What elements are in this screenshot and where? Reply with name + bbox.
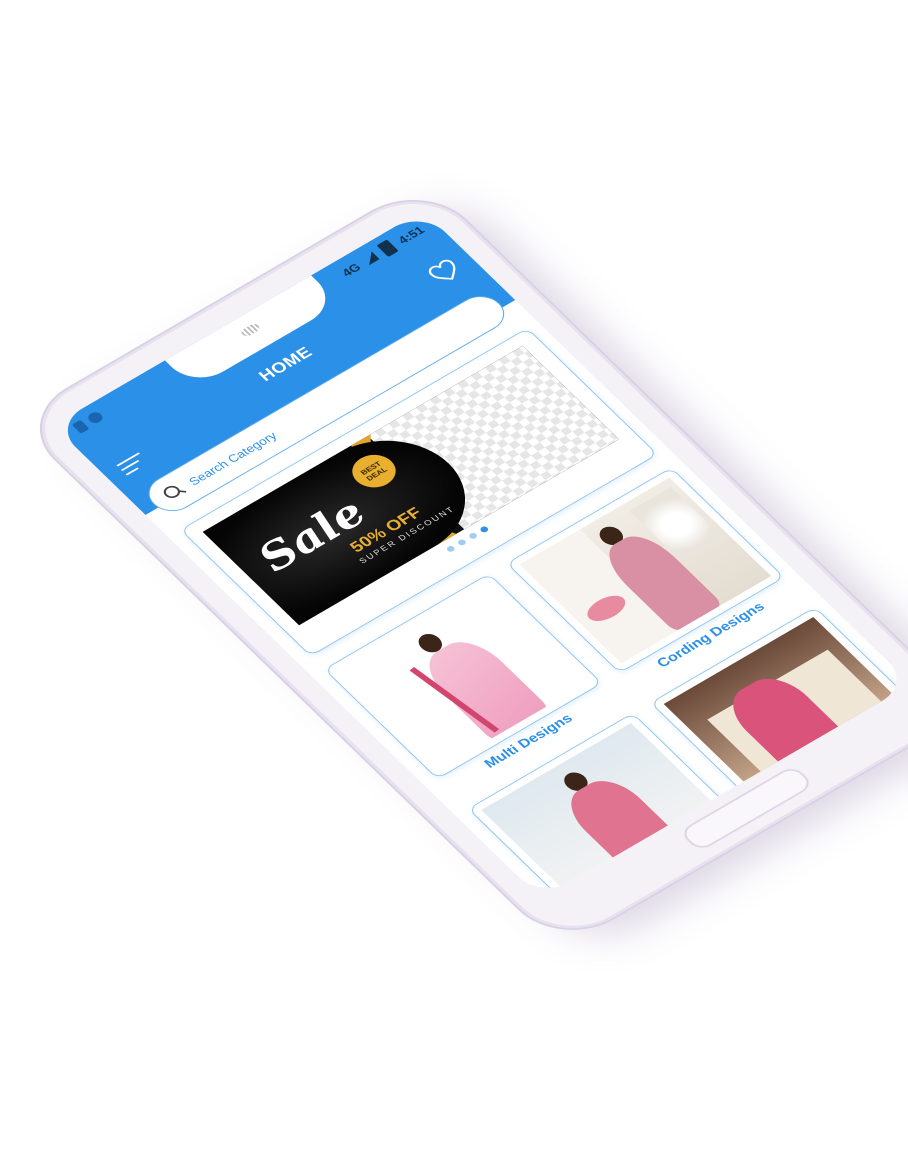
phone-mockup: 4G 4:51 HOME Search Category BEST DEAL S… — [0, 0, 908, 1161]
search-icon — [160, 482, 187, 503]
status-bar-left — [71, 410, 106, 434]
phone-frame: 4G 4:51 HOME Search Category BEST DEAL S… — [20, 185, 908, 945]
status-time: 4:51 — [394, 223, 427, 247]
carousel-dot-active[interactable] — [478, 525, 490, 534]
battery-icon — [376, 239, 399, 258]
signal-icon — [361, 251, 380, 266]
carousel-dot[interactable] — [456, 538, 468, 547]
usb-icon — [71, 419, 90, 434]
carousel-dot[interactable] — [467, 531, 479, 540]
status-bar-right: 4G 4:51 — [337, 222, 427, 279]
carousel-dot[interactable] — [445, 544, 457, 553]
network-type: 4G — [338, 260, 364, 279]
notification-icon — [85, 410, 106, 426]
